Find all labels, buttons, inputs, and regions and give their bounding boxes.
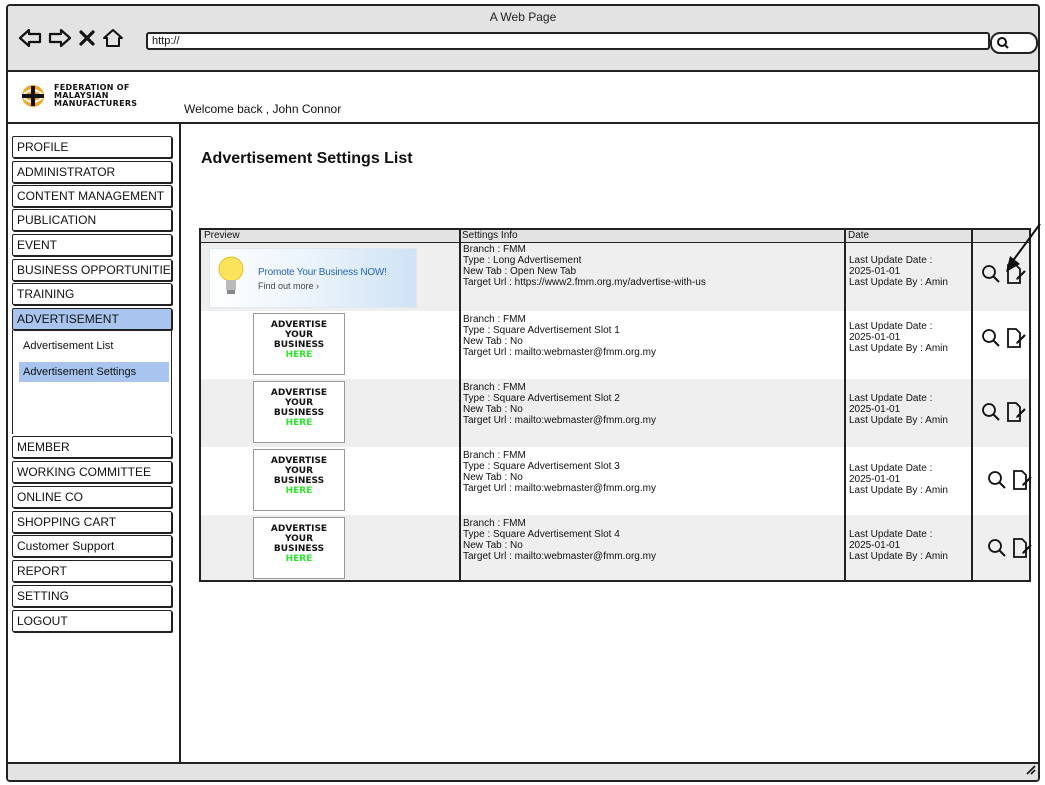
site-header: FEDERATION OF MALAYSIAN MANUFACTURERS We…: [8, 72, 1038, 124]
sidebar-item-content-management[interactable]: CONTENT MANAGEMENT: [12, 185, 172, 207]
table-header: Preview Settings Info Date: [201, 230, 1029, 243]
edit-icon[interactable]: [1005, 401, 1027, 428]
column-divider: [844, 230, 846, 580]
search-icon: [997, 37, 1009, 49]
column-header-preview: Preview: [204, 230, 240, 241]
date-info: Last Update Date : 2025-01-01 Last Updat…: [849, 255, 948, 288]
settings-info: Branch : FMM Type : Square Advertisement…: [463, 450, 656, 494]
welcome-message: Welcome back , John Connor: [184, 102, 342, 116]
search-icon[interactable]: [981, 402, 1001, 427]
fmm-logo-icon: [18, 84, 48, 113]
sidebar-item-member[interactable]: MEMBER: [12, 436, 172, 458]
home-icon[interactable]: [102, 28, 124, 48]
table-row: ADVERTISE YOUR BUSINESS HERE Branch : FM…: [201, 379, 1029, 447]
annotation-arrow-icon: [996, 222, 1042, 283]
sidebar-item-profile[interactable]: PROFILE: [12, 136, 172, 158]
row-actions: [981, 327, 1027, 354]
sidebar-item-report[interactable]: REPORT: [12, 560, 172, 582]
column-header-settings-info: Settings Info: [462, 230, 518, 241]
square-ad-preview: ADVERTISE YOUR BUSINESS HERE: [253, 517, 345, 579]
edit-icon[interactable]: [1005, 327, 1027, 354]
settings-info: Branch : FMM Type : Long Advertisement N…: [463, 244, 706, 288]
browser-toolbar: A Web Page http://: [8, 6, 1038, 72]
row-actions: [981, 401, 1027, 428]
company-logo-text: FEDERATION OF MALAYSIAN MANUFACTURERS: [54, 83, 138, 108]
column-divider: [971, 230, 973, 580]
sidebar-item-working-committee[interactable]: WORKING COMMITTEE: [12, 461, 172, 483]
url-input[interactable]: http://: [146, 32, 990, 50]
back-arrow-icon[interactable]: [18, 28, 42, 48]
close-icon[interactable]: [78, 29, 96, 47]
search-icon[interactable]: [987, 470, 1007, 495]
date-info: Last Update Date : 2025-01-01 Last Updat…: [849, 321, 948, 354]
row-actions: [987, 469, 1033, 496]
forward-arrow-icon[interactable]: [48, 28, 72, 48]
advertisement-settings-table: Preview Settings Info Date Promote Your …: [199, 228, 1032, 582]
table-row: ADVERTISE YOUR BUSINESS HERE Branch : FM…: [201, 515, 1032, 580]
row-actions: [987, 537, 1033, 564]
settings-info: Branch : FMM Type : Square Advertisement…: [463, 518, 656, 562]
lightbulb-icon: [216, 253, 246, 307]
sidebar-item-event[interactable]: EVENT: [12, 234, 172, 256]
table-row: Promote Your Business NOW! Find out more…: [201, 243, 1029, 311]
search-icon[interactable]: [987, 538, 1007, 563]
sidebar-item-shopping-cart[interactable]: SHOPPING CART: [12, 511, 172, 533]
advertisement-submenu: Advertisement List Advertisement Setting…: [12, 330, 172, 434]
table-row: ADVERTISE YOUR BUSINESS HERE Branch : FM…: [201, 311, 1029, 379]
sidebar-item-administrator[interactable]: ADMINISTRATOR: [12, 161, 172, 183]
sidebar-item-business-opportunities[interactable]: BUSINESS OPPORTUNITIES: [12, 259, 172, 281]
banner-link-text: Find out more ›: [258, 281, 320, 291]
submenu-item-advertisement-list[interactable]: Advertisement List: [19, 336, 169, 356]
edit-icon[interactable]: [1011, 537, 1033, 564]
main-content: Advertisement Settings List Preview Sett…: [181, 124, 1038, 764]
settings-info: Branch : FMM Type : Square Advertisement…: [463, 382, 656, 426]
search-icon[interactable]: [981, 328, 1001, 353]
edit-icon[interactable]: [1011, 469, 1033, 496]
square-ad-preview: ADVERTISE YOUR BUSINESS HERE: [253, 313, 345, 375]
date-info: Last Update Date : 2025-01-01 Last Updat…: [849, 463, 948, 496]
sidebar-item-customer-support[interactable]: Customer Support: [12, 535, 172, 557]
column-header-date: Date: [848, 230, 870, 241]
browser-window: A Web Page http:// FEDERATION OF MALAYSI…: [6, 4, 1040, 782]
sidebar-item-publication[interactable]: PUBLICATION: [12, 209, 172, 231]
square-ad-preview: ADVERTISE YOUR BUSINESS HERE: [253, 449, 345, 511]
submenu-item-advertisement-settings[interactable]: Advertisement Settings: [19, 362, 169, 382]
sidebar-menu: PROFILE ADMINISTRATOR CONTENT MANAGEMENT…: [8, 124, 181, 764]
date-info: Last Update Date : 2025-01-01 Last Updat…: [849, 529, 948, 562]
long-ad-preview: Promote Your Business NOW! Find out more…: [209, 248, 417, 308]
page-title: Advertisement Settings List: [201, 150, 413, 167]
resize-grip-icon[interactable]: [1024, 762, 1036, 780]
browser-search-button[interactable]: [990, 32, 1038, 54]
banner-headline: Promote Your Business NOW!: [258, 267, 387, 278]
settings-info: Branch : FMM Type : Square Advertisement…: [463, 314, 656, 358]
square-ad-preview: ADVERTISE YOUR BUSINESS HERE: [253, 381, 345, 443]
sidebar-item-online-co[interactable]: ONLINE CO: [12, 486, 172, 508]
sidebar-item-setting[interactable]: SETTING: [12, 585, 172, 607]
nav-buttons: [18, 26, 124, 50]
table-row: ADVERTISE YOUR BUSINESS HERE Branch : FM…: [201, 447, 1032, 515]
browser-status-bar: [8, 762, 1038, 780]
sidebar-item-training[interactable]: TRAINING: [12, 283, 172, 305]
date-info: Last Update Date : 2025-01-01 Last Updat…: [849, 393, 948, 426]
window-title: A Web Page: [489, 10, 557, 24]
column-divider: [459, 230, 461, 580]
sidebar-item-logout[interactable]: LOGOUT: [12, 610, 172, 632]
sidebar-item-advertisement[interactable]: ADVERTISEMENT: [12, 308, 172, 330]
